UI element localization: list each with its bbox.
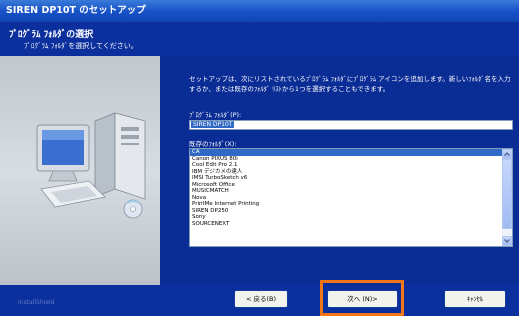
existing-folders-label: 既存のﾌｫﾙﾀﾞ(X): [189, 140, 237, 148]
cancel-button[interactable]: ｷｬﾝｾﾙ [444, 290, 506, 308]
next-highlight-annotation [320, 280, 404, 316]
list-scrollbar[interactable] [502, 149, 512, 246]
computer-illustration-icon [36, 112, 146, 219]
chevron-down-icon [504, 239, 510, 243]
scroll-up-button[interactable] [502, 149, 512, 159]
chevron-up-icon [504, 152, 510, 156]
scroll-down-button[interactable] [502, 236, 512, 246]
window-title: SIREN DP10T のセットアップ [0, 0, 519, 22]
existing-folders-list[interactable]: CA Canon PIXUS 80i Cool Edit Pro 2.1 IBM デジ… [189, 148, 513, 247]
program-folder-value: SIREN DP10T [191, 121, 235, 128]
installshield-brand: InstallShield [18, 299, 55, 306]
program-folder-input[interactable]: SIREN DP10T [189, 120, 513, 130]
list-item[interactable]: SOURCENEXT [190, 221, 502, 228]
scroll-thumb[interactable] [502, 159, 512, 229]
page-subtitle: ﾌﾟﾛｸﾞﾗﾑ ﾌｫﾙﾀﾞを選択してください。 [24, 42, 138, 50]
program-folder-label: ﾌﾟﾛｸﾞﾗﾑ ﾌｫﾙﾀﾞ(P): [189, 111, 242, 119]
instruction-text: セットアップは、次にリストされているﾌﾟﾛｸﾞﾗﾑ ﾌｫﾙﾀﾞにﾌﾟﾛｸﾞﾗﾑ … [189, 75, 511, 93]
page-title: ﾌﾟﾛｸﾞﾗﾑ ﾌｫﾙﾀﾞの選択 [9, 30, 94, 40]
back-button[interactable]: < 戻る(B) [234, 290, 288, 308]
